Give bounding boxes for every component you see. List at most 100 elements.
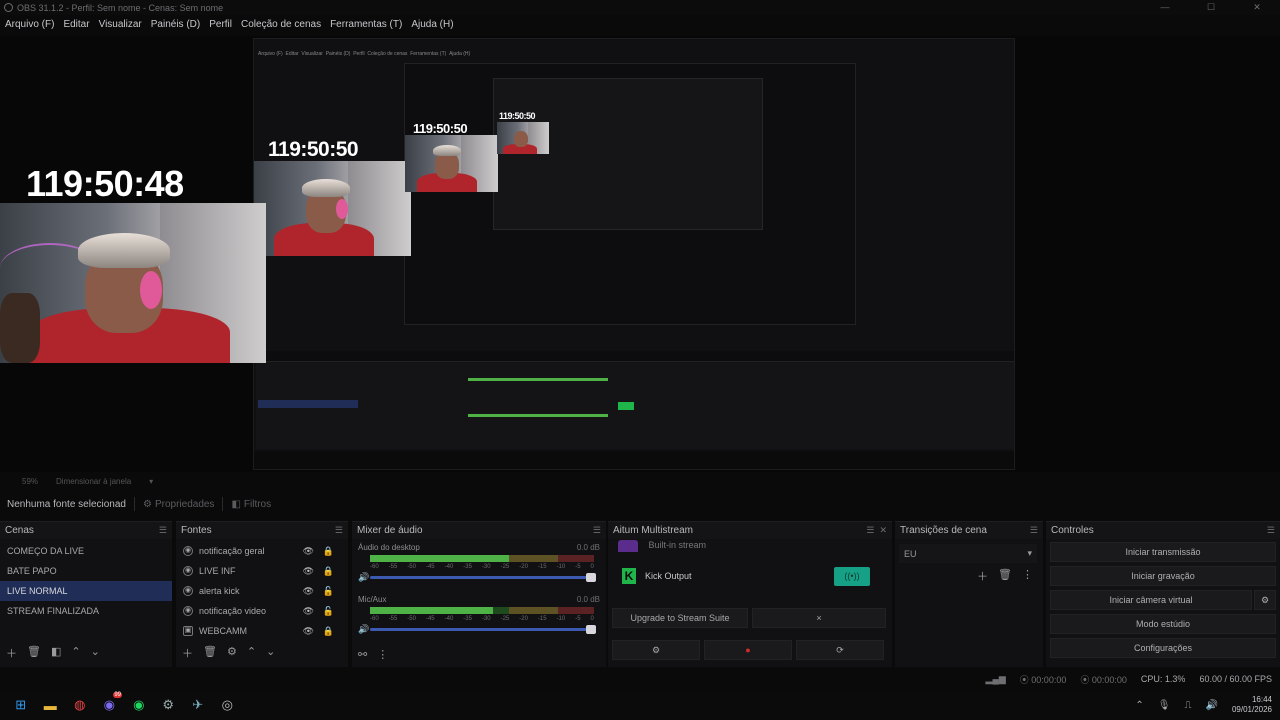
dismiss-button[interactable]: × <box>752 608 886 628</box>
trash-icon[interactable]: 🗑 <box>203 645 217 661</box>
speaker-icon[interactable]: 🔊 <box>358 624 369 635</box>
start-virtual-camera-button[interactable]: Iniciar câmera virtual <box>1050 590 1252 610</box>
nested-obs-preview-3 <box>493 78 763 230</box>
broadcast-toggle-icon[interactable]: ((•)) <box>834 567 870 586</box>
zoom-value[interactable]: 59% <box>22 477 38 486</box>
steam-icon[interactable]: ✈ <box>183 692 213 718</box>
dock-menu-icon[interactable]: ☰ <box>866 525 874 535</box>
dock-menu-icon[interactable]: ☰ <box>335 525 343 536</box>
lock-icon[interactable]: 🔒 <box>323 566 334 577</box>
filter-icon[interactable]: ◧ <box>51 645 61 661</box>
maximize-icon[interactable]: ☐ <box>1188 0 1234 15</box>
dock-menu-icon[interactable]: ☰ <box>1267 525 1275 536</box>
trash-icon[interactable]: 🗑 <box>998 568 1012 584</box>
studio-mode-button[interactable]: Modo estúdio <box>1050 614 1276 634</box>
menu-edit[interactable]: Editar <box>63 19 89 30</box>
chevron-up-icon[interactable]: ⌃ <box>247 645 256 661</box>
chevron-down-icon[interactable]: ⌄ <box>91 645 100 661</box>
scene-item[interactable]: COMEÇO DA LIVE <box>0 541 172 561</box>
menu-scene-collection[interactable]: Coleção de cenas <box>241 19 321 30</box>
refresh-icon[interactable]: ⟳ <box>796 640 884 660</box>
lock-icon[interactable]: 🔒 <box>323 546 334 557</box>
link-icon[interactable]: ⚯ <box>358 648 367 661</box>
spotify-icon[interactable]: ◉ <box>124 692 154 718</box>
close-icon[interactable]: ✕ <box>879 525 887 535</box>
source-item[interactable]: ◉ notificação video 👁 🔓 <box>176 601 348 621</box>
menu-profile[interactable]: Perfil <box>209 19 232 30</box>
chevron-down-icon[interactable]: ⌄ <box>266 645 275 661</box>
chevron-up-icon[interactable]: ⌃ <box>71 645 80 661</box>
add-icon[interactable]: ＋ <box>6 645 17 661</box>
chevron-up-icon[interactable]: ⌃ <box>1135 700 1143 711</box>
dock-menu-icon[interactable]: ☰ <box>1030 525 1038 536</box>
lock-icon[interactable]: 🔓 <box>323 606 334 617</box>
add-icon[interactable]: ＋ <box>182 645 193 661</box>
discord-icon[interactable]: ◉ 99 <box>95 692 125 718</box>
gear-icon[interactable]: ⚙ <box>1254 590 1276 610</box>
obs-app-icon[interactable]: ◎ <box>213 692 243 718</box>
volume-icon[interactable]: 🔊 <box>1206 700 1218 711</box>
settings-button[interactable]: Configurações <box>1050 638 1276 658</box>
fps-readout: 60.00 / 60.00 FPS <box>1199 674 1272 684</box>
slider-knob[interactable] <box>586 625 596 634</box>
filters-button[interactable]: ◧ Filtros <box>231 499 271 510</box>
speaker-icon[interactable]: 🔊 <box>358 572 369 583</box>
menu-file[interactable]: Arquivo (F) <box>5 19 54 30</box>
source-item[interactable]: ▣ WEBCAMM 👁 🔒 <box>176 621 348 641</box>
settings-app-icon[interactable]: ⚙ <box>154 692 184 718</box>
volume-slider[interactable] <box>370 573 596 582</box>
slider-knob[interactable] <box>586 573 596 582</box>
lock-icon[interactable]: 🔓 <box>323 586 334 597</box>
record-icon[interactable]: ● <box>704 640 792 660</box>
nested-srcbar <box>254 351 1014 361</box>
zoom-mode[interactable]: Dimensionar à janela <box>56 477 131 486</box>
more-icon[interactable]: ⋮ <box>377 648 388 661</box>
nested-clock-3: 119:50:50 <box>499 111 536 121</box>
eye-icon[interactable]: 👁 <box>303 586 314 597</box>
chevron-down-icon[interactable]: ▾ <box>149 477 153 486</box>
trash-icon[interactable]: 🗑 <box>27 645 41 661</box>
menu-help[interactable]: Ajuda (H) <box>411 19 453 30</box>
scene-item-selected[interactable]: LIVE NORMAL <box>0 581 172 601</box>
file-explorer-icon[interactable]: ▬ <box>36 692 66 718</box>
source-item[interactable]: ◉ LIVE INF 👁 🔒 <box>176 561 348 581</box>
menu-view[interactable]: Visualizar <box>99 19 142 30</box>
volume-slider[interactable] <box>370 625 596 634</box>
gear-icon: ⚙ <box>142 498 152 510</box>
minimize-icon[interactable]: — <box>1142 0 1188 15</box>
start-streaming-button[interactable]: Iniciar transmissão <box>1050 542 1276 562</box>
dock-menu-icon[interactable]: ☰ <box>159 525 167 536</box>
nested-meter-1 <box>468 378 608 381</box>
menu-docks[interactable]: Painéis (D) <box>151 19 200 30</box>
transition-select[interactable]: EU ▾ <box>899 544 1037 563</box>
upgrade-button[interactable]: Upgrade to Stream Suite <box>612 608 748 628</box>
meter-tick-label: -25 <box>500 564 510 570</box>
eye-icon[interactable]: 👁 <box>303 546 314 557</box>
gear-icon[interactable]: ⚙ <box>612 640 700 660</box>
more-icon[interactable]: ⋮ <box>1022 568 1033 584</box>
clock[interactable]: 16:44 09/01/2026 <box>1232 695 1272 715</box>
menu-tools[interactable]: Ferramentas (T) <box>330 19 402 30</box>
chrome-icon[interactable]: ◍ <box>65 692 95 718</box>
windows-start-icon[interactable]: ⊞ <box>6 692 36 718</box>
source-item[interactable]: ◉ notificação geral 👁 🔒 <box>176 541 348 561</box>
close-icon[interactable]: ✕ <box>1234 0 1280 15</box>
eye-icon[interactable]: 👁 <box>303 566 314 577</box>
eye-icon[interactable]: 👁 <box>303 626 314 637</box>
transitions-title: Transições de cena <box>900 525 987 536</box>
volume-meter <box>370 607 594 614</box>
properties-button[interactable]: ⚙ Propriedades <box>143 499 214 510</box>
browser-source-icon: ◉ <box>183 586 193 596</box>
add-icon[interactable]: ＋ <box>977 568 988 584</box>
start-recording-button[interactable]: Iniciar gravação <box>1050 566 1276 586</box>
source-item[interactable]: ◉ alerta kick 👁 🔓 <box>176 581 348 601</box>
network-icon[interactable]: ⎍ <box>1185 700 1192 711</box>
lock-icon[interactable]: 🔒 <box>323 626 334 637</box>
kick-icon: K <box>622 568 636 584</box>
eye-icon[interactable]: 👁 <box>303 606 314 617</box>
microphone-icon[interactable]: 🎙 <box>1158 700 1171 711</box>
gear-icon[interactable]: ⚙ <box>227 645 237 661</box>
scene-item[interactable]: BATE PAPO <box>0 561 172 581</box>
scene-item[interactable]: STREAM FINALIZADA <box>0 601 172 621</box>
dock-menu-icon[interactable]: ☰ <box>593 525 601 536</box>
